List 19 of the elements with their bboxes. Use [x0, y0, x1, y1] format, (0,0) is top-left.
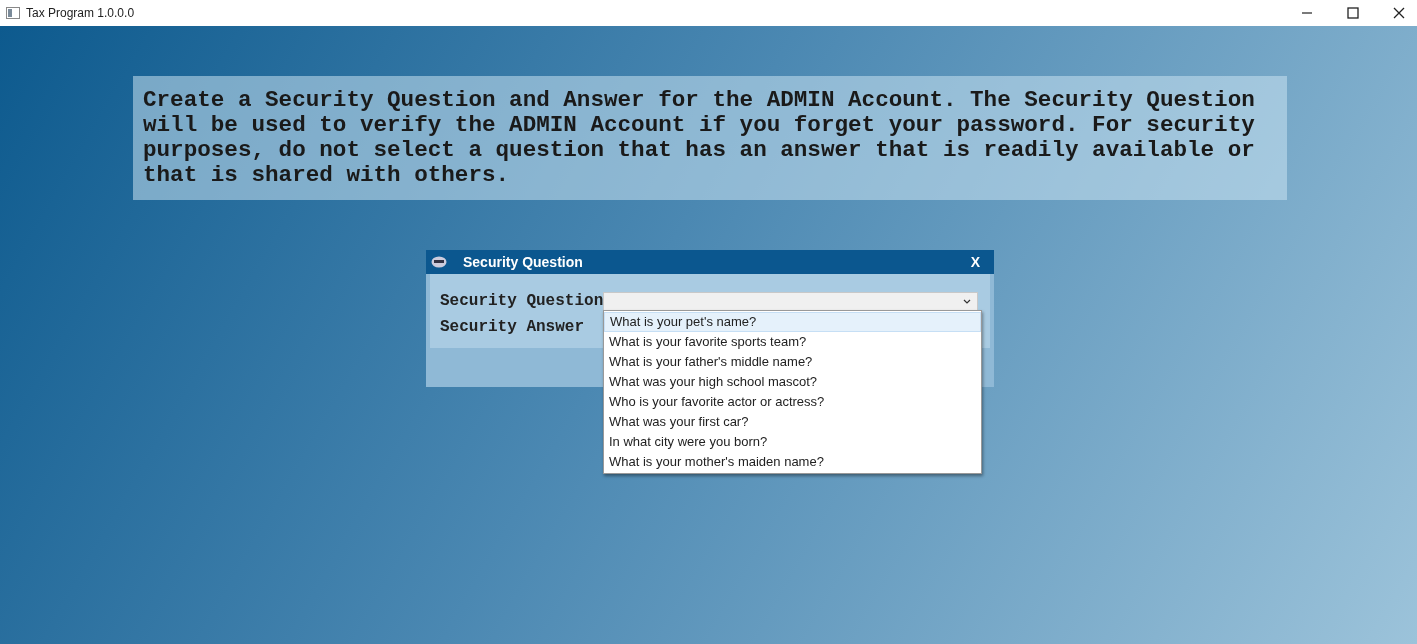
field-label: Security Question — [440, 292, 603, 310]
close-icon[interactable] — [1393, 7, 1405, 19]
dialog-title: Security Question — [463, 254, 583, 270]
field-label: Security Answer — [440, 318, 586, 336]
dropdown-option[interactable]: What was your high school mascot? — [604, 372, 981, 392]
dialog-icon — [431, 256, 447, 268]
dropdown-option[interactable]: What was your first car? — [604, 412, 981, 432]
maximize-icon[interactable] — [1347, 7, 1359, 19]
dropdown-option[interactable]: What is your favorite sports team? — [604, 332, 981, 352]
dropdown-option[interactable]: What is your father's middle name? — [604, 352, 981, 372]
app-icon — [6, 7, 20, 19]
dropdown-option[interactable]: What is your pet's name? — [604, 312, 981, 332]
notice-text: Create a Security Question and Answer for the ADMIN Account. The Security Question will be used to verify the ADMIN Account if you forget your password. For security purposes, do not select a question that has an answer that is readily available or that is shared with others. — [133, 76, 1287, 200]
caret-icon — [963, 298, 971, 304]
dialog-close-button[interactable]: X — [964, 254, 986, 270]
window-title: Tax Program 1.0.0.0 — [26, 6, 135, 20]
dropdown-option[interactable]: What is your mother's maiden name? — [604, 452, 981, 472]
dropdown-option[interactable]: Who is your favorite actor or actress? — [604, 392, 981, 412]
dropdown-option[interactable]: In what city were you born? — [604, 432, 981, 452]
